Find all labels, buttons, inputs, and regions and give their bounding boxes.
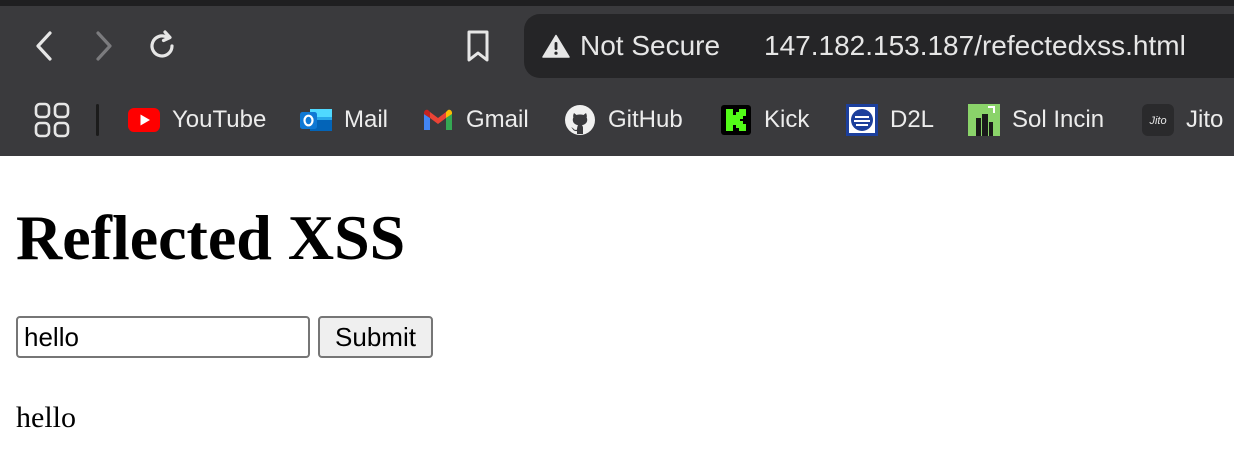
page-content: Reflected XSS hello Submit hello: [0, 156, 1234, 450]
reflected-output: hello: [16, 401, 76, 434]
bookmark-mail[interactable]: Mail: [300, 100, 388, 140]
forward-button[interactable]: [84, 24, 124, 68]
bookmark-gmail[interactable]: Gmail: [422, 100, 529, 140]
bookmark-label: Jito: [1186, 106, 1224, 133]
address-bar[interactable]: Not Secure 147.182.153.187/refectedxss.h…: [524, 14, 1234, 78]
page-title: Reflected XSS: [16, 202, 406, 273]
bookmark-page-button[interactable]: [458, 24, 498, 68]
jito-icon: Jito: [1142, 104, 1174, 136]
window-top-edge: [0, 0, 1234, 6]
back-button[interactable]: [24, 24, 64, 68]
bookmark-label: Sol Incin: [1012, 106, 1105, 133]
reload-icon: [150, 30, 174, 58]
bookmark-github[interactable]: GitHub: [564, 100, 683, 140]
bookmark-icon: [467, 30, 489, 62]
svg-text:Jito: Jito: [1148, 115, 1166, 127]
chevron-left-icon: [36, 31, 52, 61]
bookmark-kick[interactable]: Kick: [720, 100, 809, 140]
outlook-mail-icon: [300, 104, 332, 136]
sol-incin-icon: [968, 104, 1000, 136]
kick-icon: [720, 104, 752, 136]
bookmark-label: Gmail: [466, 106, 529, 133]
bookmark-label: Mail: [344, 106, 389, 133]
bookmarks-divider: [96, 104, 99, 136]
github-icon: [564, 104, 596, 136]
browser-toolbar: Not Secure 147.182.153.187/refectedxss.h…: [0, 0, 1234, 156]
bookmark-label: D2L: [890, 106, 935, 133]
gmail-icon: [422, 104, 454, 136]
bookmark-youtube[interactable]: YouTube: [128, 100, 266, 140]
xss-text-input[interactable]: hello: [16, 316, 310, 358]
bookmark-label: Kick: [764, 106, 810, 133]
bookmark-label: GitHub: [608, 106, 683, 133]
submit-button[interactable]: Submit: [318, 316, 433, 358]
bookmark-jito[interactable]: Jito Jito: [1142, 100, 1223, 140]
chevron-right-icon: [96, 31, 112, 61]
reload-button[interactable]: [142, 24, 182, 68]
apps-grid-icon[interactable]: [34, 102, 70, 138]
warning-icon: [542, 34, 570, 58]
d2l-icon: [846, 104, 878, 136]
url-text[interactable]: 147.182.153.187/refectedxss.html: [764, 28, 1186, 64]
youtube-icon: [128, 104, 160, 136]
bookmark-sol-incin[interactable]: Sol Incin: [968, 100, 1104, 140]
bookmark-d2l[interactable]: D2L: [846, 100, 934, 140]
security-status[interactable]: Not Secure: [580, 28, 720, 64]
bookmark-label: YouTube: [172, 106, 267, 133]
